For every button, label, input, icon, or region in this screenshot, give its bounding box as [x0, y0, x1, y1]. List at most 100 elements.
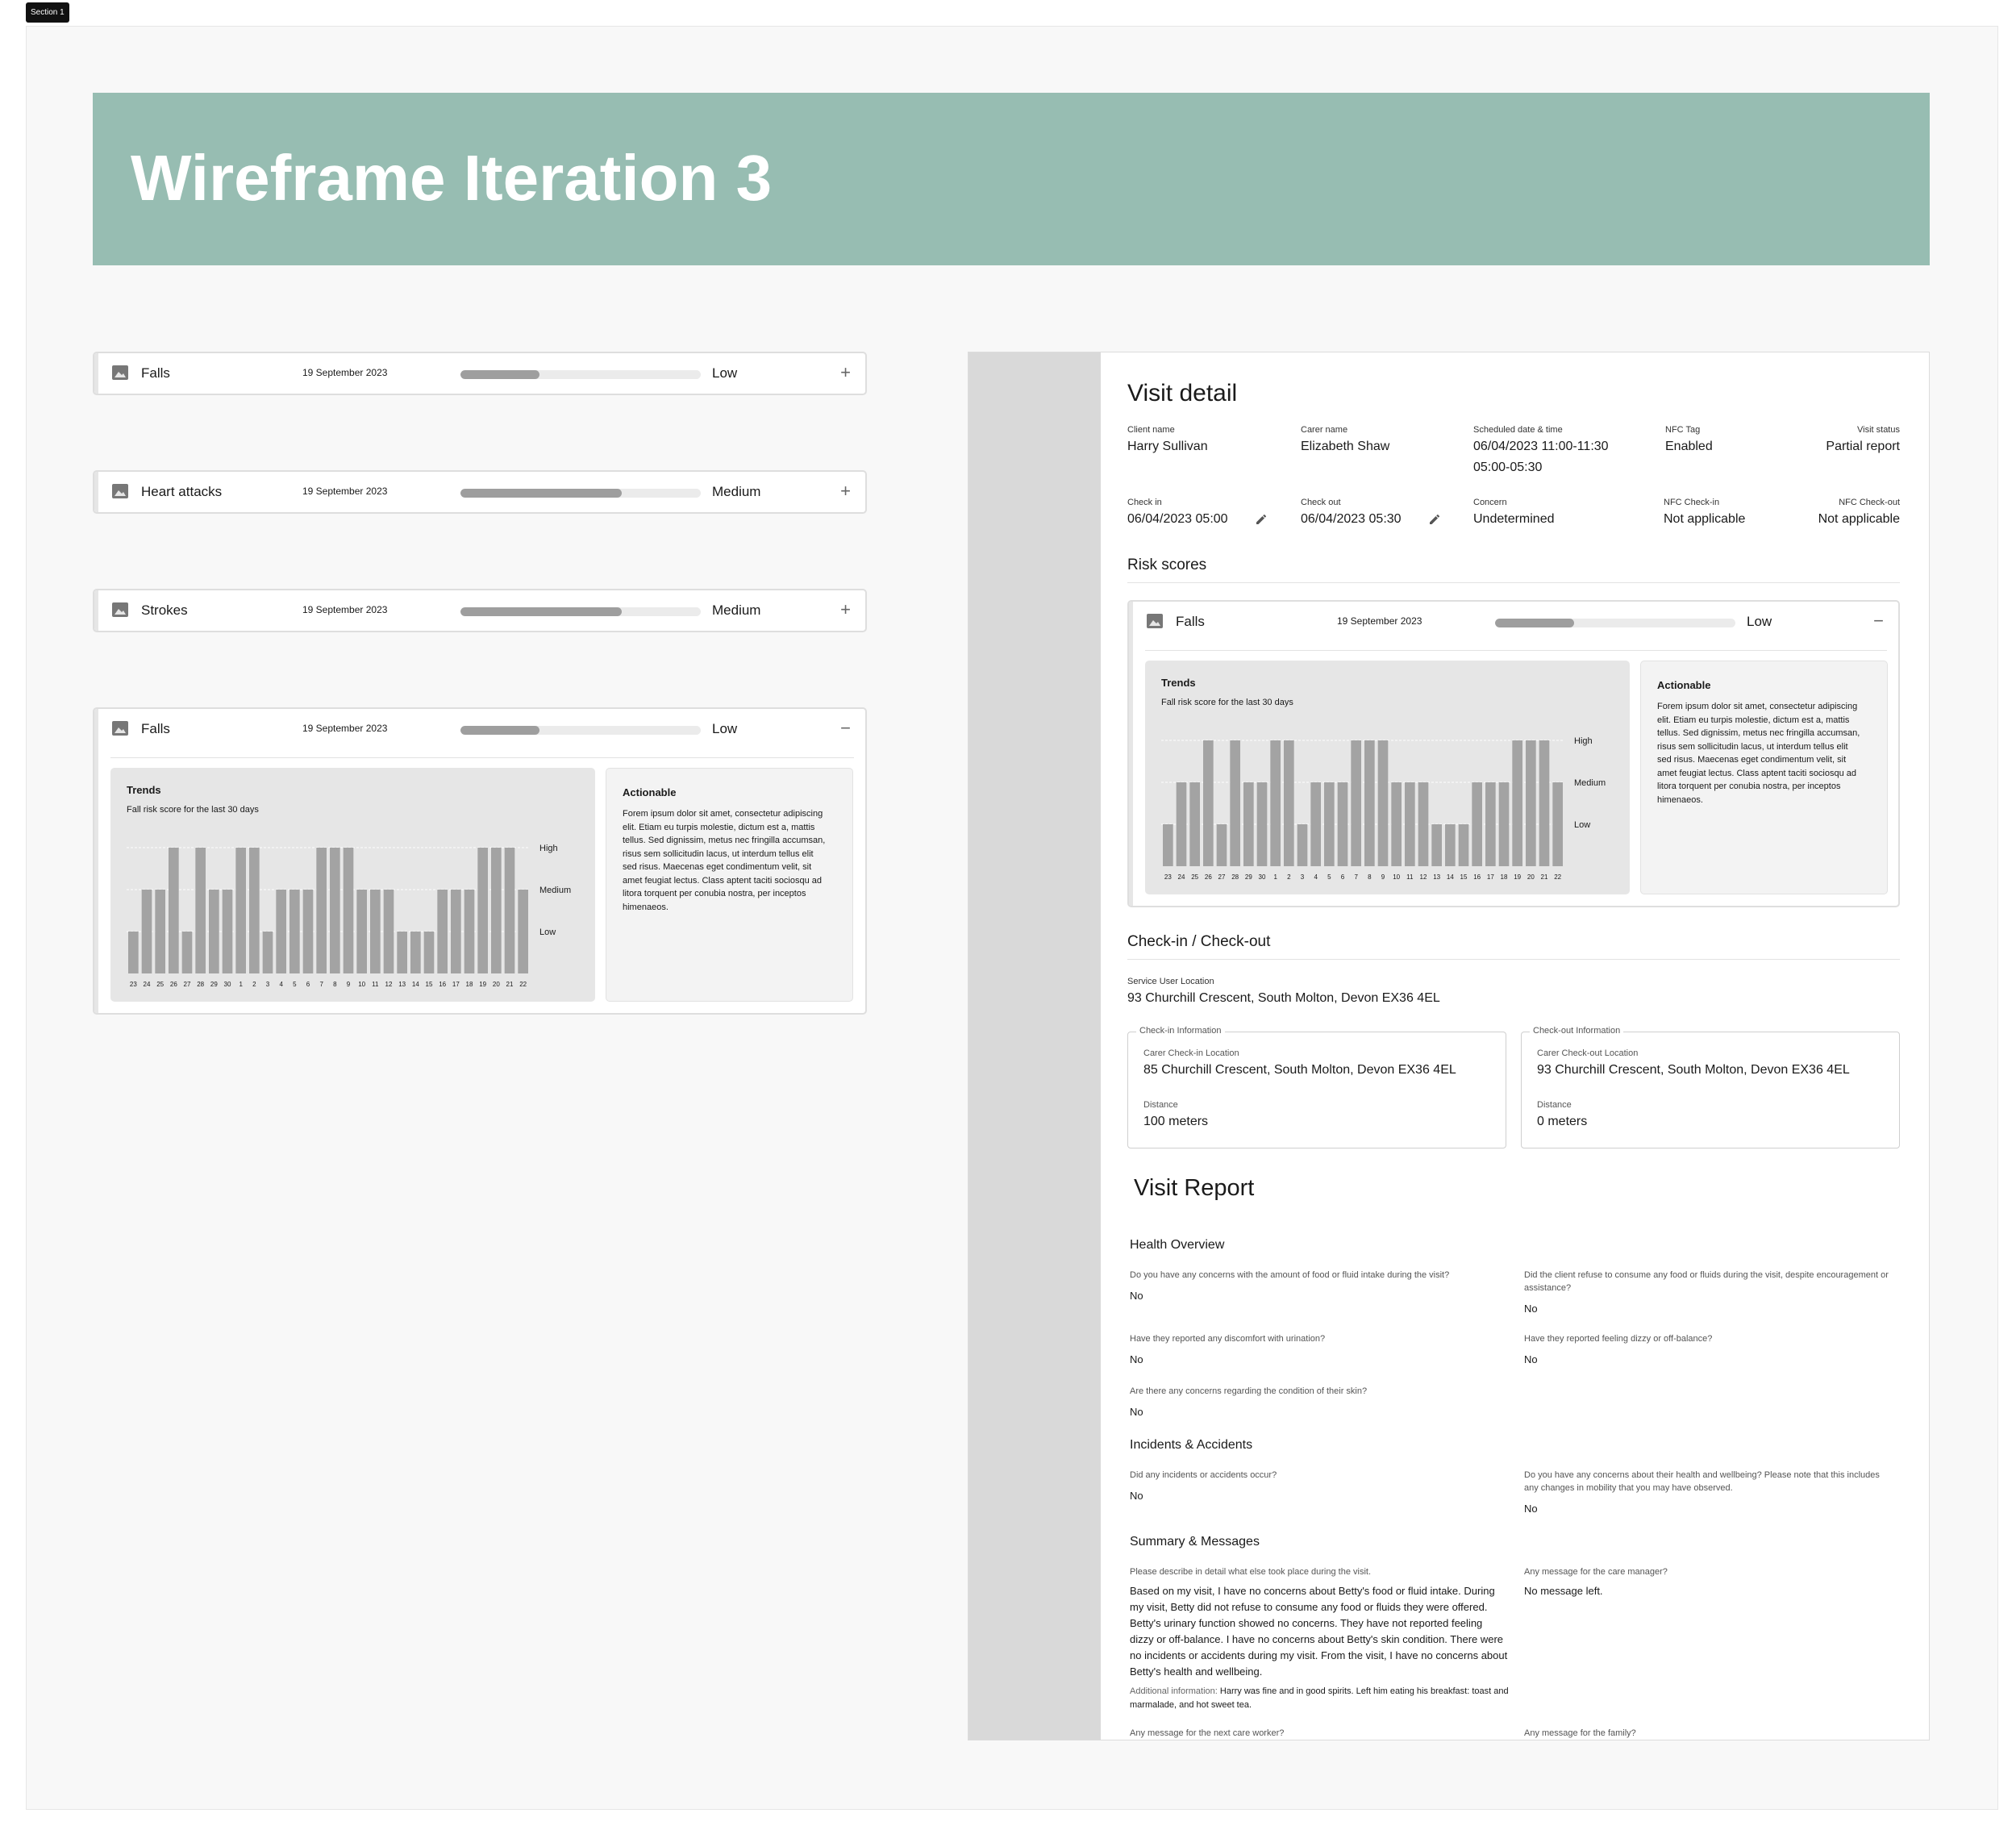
chart-bar [289, 890, 300, 973]
actionable-panel: Actionable Forem ipsum dolor sit amet, c… [606, 768, 853, 1002]
risk-title: Falls [1176, 614, 1205, 629]
question-dizzy: Have they reported feeling dizzy or off-… [1524, 1334, 1713, 1344]
nfc-check-out-label: NFC Check-out [1839, 498, 1900, 507]
x-tick-label: 15 [426, 981, 433, 988]
x-tick-label: 8 [333, 981, 337, 988]
level-label: Low [1574, 820, 1590, 830]
chart-bar [1297, 824, 1308, 866]
image-icon [112, 365, 128, 380]
chart-bar [1498, 782, 1510, 866]
chart-bar [504, 848, 515, 973]
risk-card-header[interactable]: Strokes 19 September 2023 Medium + [94, 590, 865, 631]
chart-bar [141, 890, 152, 973]
risk-card-falls-expanded[interactable]: Falls 19 September 2023 Low − Trends Fal… [93, 707, 867, 1015]
actionable-text: Forem ipsum dolor sit amet, consectetur … [1657, 702, 1860, 805]
chart-bar [1391, 782, 1402, 866]
risk-level-label: Low [712, 365, 738, 381]
risk-card-header[interactable]: Falls 19 September 2023 Low − [1129, 602, 1898, 650]
chart-bar [410, 932, 421, 973]
x-tick-label: 30 [1259, 873, 1266, 881]
chart-bar [464, 890, 475, 973]
scheduled-time-actual: 05:00-05:30 [1473, 461, 1543, 474]
risk-card-header[interactable]: Falls 19 September 2023 Low − [94, 709, 865, 757]
answer-describe: Based on my visit, I have no concerns ab… [1130, 1585, 1508, 1678]
x-tick-label: 26 [1205, 873, 1212, 881]
nfc-check-out-value: Not applicable [1818, 512, 1900, 526]
x-tick-label: 14 [1447, 873, 1454, 881]
x-tick-label: 12 [1420, 873, 1427, 881]
risk-level-label: Low [712, 721, 738, 736]
nfc-check-in-value: Not applicable [1664, 512, 1746, 526]
x-tick-label: 27 [1218, 873, 1226, 881]
x-tick-label: 2 [1287, 873, 1291, 881]
x-tick-label: 11 [1406, 873, 1414, 881]
risk-level-fill [460, 370, 540, 379]
x-tick-label: 12 [385, 981, 393, 988]
trends-panel: Trends Fall risk score for the last 30 d… [110, 768, 595, 1002]
edit-check-in-icon[interactable] [1255, 513, 1268, 526]
level-label: Medium [1574, 778, 1606, 788]
chart-bar [1243, 782, 1254, 866]
check-in-value: 06/04/2023 05:00 [1127, 512, 1228, 526]
chart-bar [235, 848, 246, 973]
x-tick-label: 13 [1433, 873, 1440, 881]
level-label: High [539, 844, 558, 853]
x-tick-label: 20 [1527, 873, 1535, 881]
collapse-icon[interactable]: − [1873, 611, 1884, 632]
image-icon [112, 484, 128, 498]
x-tick-label: 11 [372, 981, 379, 988]
risk-card-falls[interactable]: Falls 19 September 2023 Low + [93, 352, 867, 395]
check-in-distance: 100 meters [1143, 1115, 1209, 1128]
chart-bar [1256, 782, 1268, 866]
x-tick-label: 1 [239, 981, 243, 988]
collapse-icon[interactable]: − [840, 718, 851, 739]
x-tick-label: 30 [224, 981, 231, 988]
x-tick-label: 26 [170, 981, 177, 988]
expand-icon[interactable]: + [840, 599, 851, 620]
x-tick-label: 19 [479, 981, 486, 988]
x-tick-label: 16 [439, 981, 446, 988]
x-tick-label: 25 [1191, 873, 1198, 881]
x-tick-label: 25 [156, 981, 164, 988]
x-tick-label: 28 [1231, 873, 1239, 881]
service-location: 93 Churchill Crescent, South Molton, Dev… [1127, 991, 1440, 1005]
x-tick-label: 22 [519, 981, 527, 988]
chart-bar [1405, 782, 1415, 866]
check-out-distance-label: Distance [1537, 1100, 1572, 1110]
concern-label: Concern [1473, 498, 1507, 507]
chart-bar [276, 890, 286, 973]
risk-card-strokes[interactable]: Strokes 19 September 2023 Medium + [93, 589, 867, 632]
expand-icon[interactable]: + [840, 362, 851, 383]
risk-card-header[interactable]: Falls 19 September 2023 Low + [94, 353, 865, 394]
chart-bar [1458, 824, 1469, 866]
edit-check-out-icon[interactable] [1428, 513, 1441, 526]
x-tick-label: 16 [1473, 873, 1481, 881]
level-label: Low [539, 928, 556, 937]
additional-information: Additional information: Harry was fine a… [1130, 1685, 1509, 1712]
question-skin: Are there any concerns regarding the con… [1130, 1386, 1368, 1396]
risk-level-label: Medium [712, 484, 761, 499]
answer-refuse: No [1524, 1303, 1538, 1315]
answer-skin: No [1130, 1406, 1143, 1418]
trends-panel: Trends Fall risk score for the last 30 d… [1145, 661, 1630, 894]
visit-risk-card-falls[interactable]: Falls 19 September 2023 Low − Trends Fal… [1127, 600, 1900, 907]
trend-chart: LowMediumHigh23 24 25 26 27 28 29 30 1 2 3 4 5 6 7 8 9 10… [1161, 736, 1606, 881]
answer-manager: No message left. [1524, 1585, 1603, 1597]
chart-bar [1337, 782, 1348, 866]
chart-bar [1203, 740, 1214, 866]
chart-bar [1485, 782, 1496, 866]
visit-detail-heading: Visit detail [1127, 380, 1238, 406]
risk-card-header[interactable]: Heart attacks 19 September 2023 Medium + [94, 472, 865, 512]
chart-bar [1216, 824, 1227, 866]
check-out-info-legend: Check-out Information [1530, 1026, 1624, 1036]
page-title: Wireframe Iteration 3 [131, 142, 773, 214]
client-name-label: Client name [1127, 425, 1175, 435]
risk-card-heart-attacks[interactable]: Heart attacks 19 September 2023 Medium + [93, 470, 867, 514]
x-tick-label: 10 [358, 981, 365, 988]
chart-bar [1552, 782, 1563, 866]
chart-bar [518, 890, 528, 973]
x-tick-label: 27 [184, 981, 191, 988]
service-location-label: Service User Location [1127, 977, 1214, 986]
actionable-title: Actionable [623, 786, 677, 798]
expand-icon[interactable]: + [840, 481, 851, 502]
